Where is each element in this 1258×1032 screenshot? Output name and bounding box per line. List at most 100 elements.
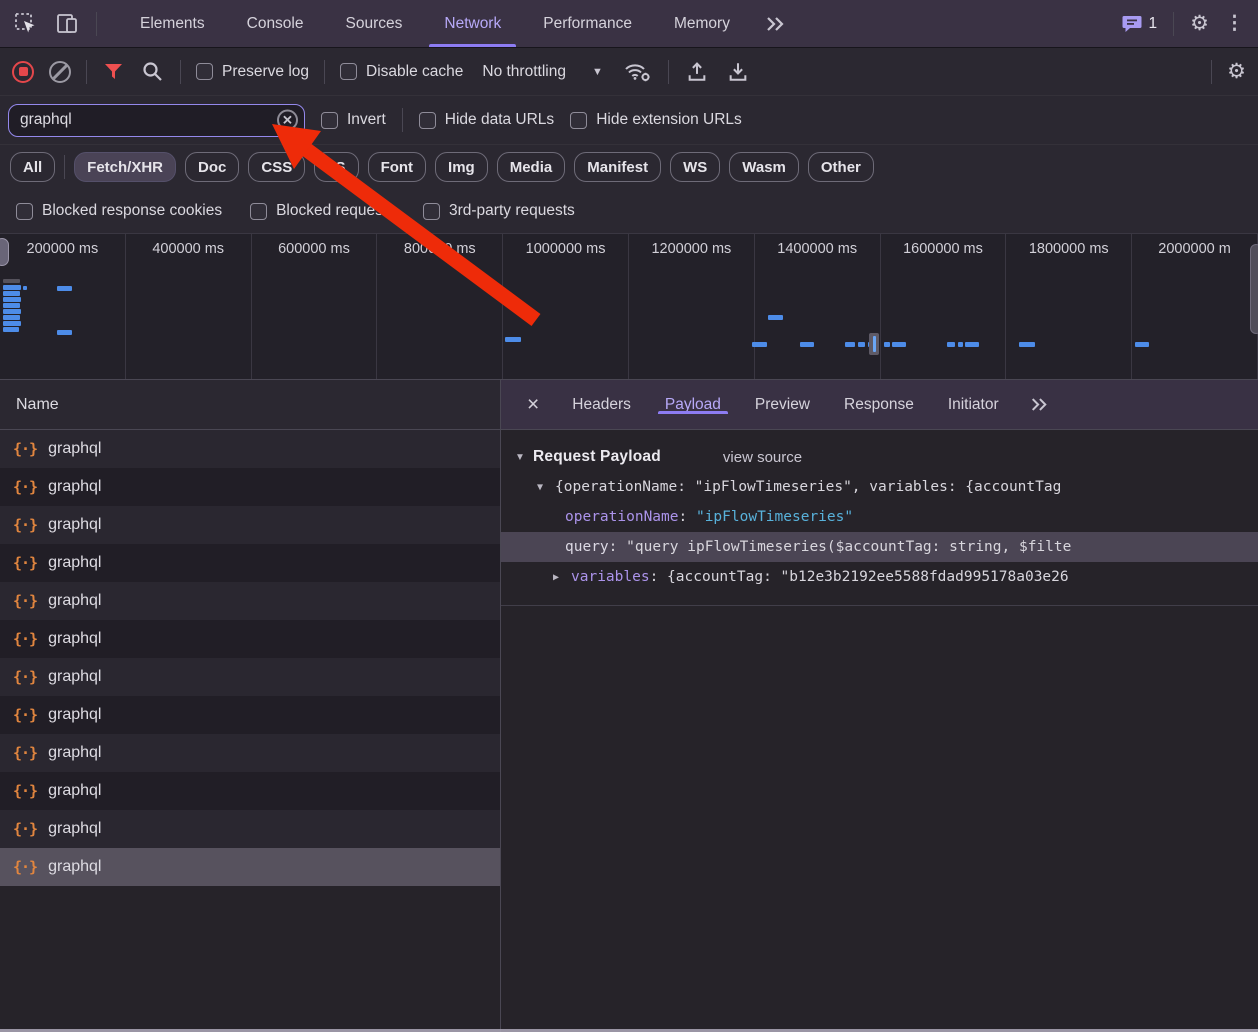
- search-icon[interactable]: [140, 59, 165, 84]
- request-row[interactable]: graphql: [0, 848, 500, 886]
- network-filter-input[interactable]: [8, 104, 305, 137]
- divider: [324, 60, 325, 84]
- disable-cache-checkbox[interactable]: Disable cache: [340, 63, 463, 81]
- triangle-right-icon[interactable]: ▶: [553, 572, 571, 583]
- inspect-element-icon[interactable]: [12, 10, 40, 38]
- request-name: graphql: [48, 592, 101, 610]
- invert-checkbox[interactable]: Invert: [321, 111, 386, 129]
- request-row[interactable]: graphql: [0, 430, 500, 468]
- export-har-icon[interactable]: [725, 59, 751, 85]
- more-tabs-icon[interactable]: [751, 0, 799, 47]
- request-name: graphql: [48, 630, 101, 648]
- view-source-link[interactable]: view source: [723, 449, 802, 466]
- main-tab[interactable]: Performance: [522, 0, 653, 47]
- import-har-icon[interactable]: [684, 59, 710, 85]
- request-row[interactable]: graphql: [0, 696, 500, 734]
- request-payload-section[interactable]: ▼ Request Payload view source: [501, 442, 1258, 472]
- details-tab[interactable]: Headers: [555, 396, 648, 414]
- main-tab[interactable]: Console: [226, 0, 325, 47]
- clear-network-log-icon[interactable]: [49, 61, 71, 83]
- timeline-tick-label: 400000 ms: [152, 241, 224, 257]
- payload-pane: ▼ Request Payload view source ▼ {operati…: [501, 430, 1258, 606]
- payload-property-row-selected[interactable]: query: "query ipFlowTimeseries($accountT…: [501, 532, 1258, 562]
- checkbox[interactable]: [570, 112, 587, 129]
- timeline-request-bar: [884, 342, 890, 347]
- filter-chip[interactable]: Media: [497, 152, 566, 182]
- filter-chip[interactable]: Fetch/XHR: [74, 152, 176, 182]
- advanced-filter-checkbox[interactable]: Blocked requests: [250, 202, 395, 220]
- checkbox[interactable]: [419, 112, 436, 129]
- details-tabbar: × HeadersPayloadPreviewResponseInitiator: [501, 380, 1258, 430]
- json-braces-icon: [13, 516, 37, 534]
- clear-filter-icon[interactable]: ✕: [277, 110, 298, 131]
- filter-chip[interactable]: CSS: [248, 152, 305, 182]
- request-row[interactable]: graphql: [0, 772, 500, 810]
- settings-gear-icon[interactable]: ⚙: [1190, 13, 1209, 34]
- request-row[interactable]: graphql: [0, 582, 500, 620]
- main-tab[interactable]: Sources: [325, 0, 424, 47]
- details-tab[interactable]: Preview: [738, 396, 827, 414]
- close-details-icon[interactable]: ×: [511, 380, 555, 429]
- payload-property-row[interactable]: ▶variables: {accountTag: "b12e3b2192ee55…: [501, 562, 1258, 592]
- divider: [1173, 12, 1174, 36]
- more-details-tabs-icon[interactable]: [1016, 380, 1062, 429]
- timeline-request-bar: [3, 315, 20, 320]
- filter-chip[interactable]: JS: [314, 152, 358, 182]
- triangle-down-icon[interactable]: ▼: [515, 452, 533, 463]
- filter-chip[interactable]: Manifest: [574, 152, 661, 182]
- details-tab[interactable]: Response: [827, 396, 931, 414]
- overview-left-grip[interactable]: [0, 238, 9, 266]
- filter-chip[interactable]: WS: [670, 152, 720, 182]
- hide-extension-urls-checkbox[interactable]: Hide extension URLs: [570, 111, 742, 129]
- filter-funnel-icon[interactable]: [102, 61, 125, 82]
- filter-chip[interactable]: Font: [368, 152, 426, 182]
- main-tab[interactable]: Memory: [653, 0, 751, 47]
- message-bubble-icon: [1122, 15, 1142, 33]
- checkbox[interactable]: [321, 112, 338, 129]
- request-row[interactable]: graphql: [0, 544, 500, 582]
- request-row[interactable]: graphql: [0, 810, 500, 848]
- throttling-dropdown[interactable]: No throttling ▼: [478, 63, 606, 81]
- kebab-menu-icon[interactable]: ⋮: [1225, 12, 1244, 35]
- filter-chip[interactable]: Other: [808, 152, 874, 182]
- json-braces-icon: [13, 554, 37, 572]
- record-network-log-icon[interactable]: [12, 61, 34, 83]
- filter-chip-all[interactable]: All: [10, 152, 55, 182]
- json-braces-icon: [13, 478, 37, 496]
- timeline-request-bar: [845, 342, 855, 347]
- overview-right-grip[interactable]: [1250, 244, 1258, 334]
- request-row[interactable]: graphql: [0, 468, 500, 506]
- request-row[interactable]: graphql: [0, 506, 500, 544]
- request-row[interactable]: graphql: [0, 658, 500, 696]
- network-settings-gear-icon[interactable]: ⚙: [1227, 61, 1246, 82]
- filter-chip[interactable]: Img: [435, 152, 488, 182]
- checkbox[interactable]: [340, 63, 357, 80]
- filter-chip[interactable]: Wasm: [729, 152, 799, 182]
- request-row[interactable]: graphql: [0, 620, 500, 658]
- divider: [64, 155, 65, 179]
- filter-chip[interactable]: Doc: [185, 152, 239, 182]
- main-tab[interactable]: Elements: [119, 0, 226, 47]
- network-conditions-icon[interactable]: [622, 59, 653, 84]
- timeline-request-bar: [947, 342, 955, 347]
- payload-summary-row[interactable]: ▼ {operationName: "ipFlowTimeseries", va…: [501, 472, 1258, 502]
- request-list-panel: Name graphql graphql graphql graphql: [0, 380, 501, 1032]
- hide-data-urls-checkbox[interactable]: Hide data URLs: [419, 111, 554, 129]
- checkbox[interactable]: [16, 203, 33, 220]
- preserve-log-checkbox[interactable]: Preserve log: [196, 63, 309, 81]
- checkbox[interactable]: [423, 203, 440, 220]
- issues-button[interactable]: 1: [1122, 15, 1158, 33]
- triangle-down-icon[interactable]: ▼: [537, 482, 555, 493]
- request-row[interactable]: graphql: [0, 734, 500, 772]
- device-toolbar-icon[interactable]: [54, 11, 82, 37]
- request-rows: graphql graphql graphql graphql graphql: [0, 430, 500, 1032]
- checkbox[interactable]: [196, 63, 213, 80]
- details-tab[interactable]: Payload: [648, 396, 738, 414]
- advanced-filter-checkbox[interactable]: 3rd-party requests: [423, 202, 575, 220]
- payload-property-row[interactable]: operationName: "ipFlowTimeseries": [501, 502, 1258, 532]
- main-tab[interactable]: Network: [423, 0, 522, 47]
- advanced-filter-checkbox[interactable]: Blocked response cookies: [16, 202, 222, 220]
- checkbox[interactable]: [250, 203, 267, 220]
- details-tab[interactable]: Initiator: [931, 396, 1016, 414]
- name-column-header[interactable]: Name: [0, 380, 500, 430]
